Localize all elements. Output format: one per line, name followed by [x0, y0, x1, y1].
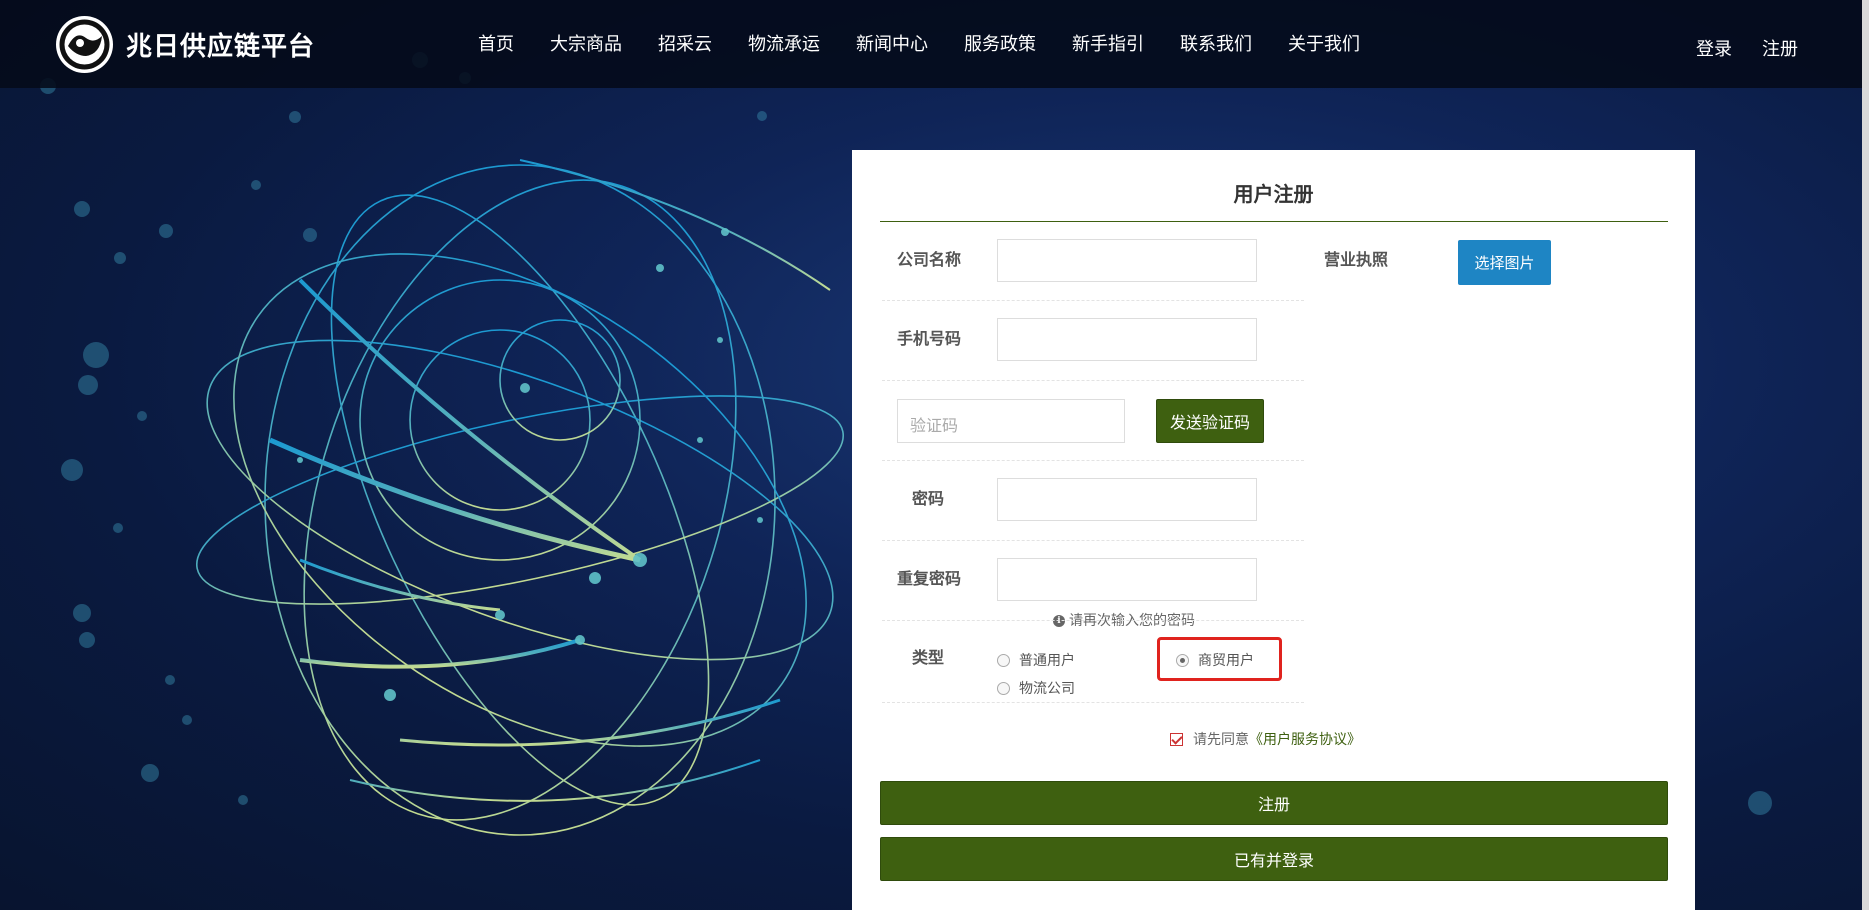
- row-divider: [882, 460, 1304, 461]
- service-agreement-link[interactable]: 《用户服务协议》: [1249, 729, 1361, 749]
- type-option-trade[interactable]: 商贸用户: [1176, 650, 1254, 670]
- row-divider: [882, 380, 1304, 381]
- page-title: 用户注册: [1233, 182, 1314, 206]
- main-nav: 首页 大宗商品 招采云 物流承运 新闻中心 服务政策 新手指引 联系我们 关于我…: [478, 30, 1396, 56]
- type-option-label: 商贸用户: [1198, 653, 1254, 669]
- logo-icon[interactable]: [56, 16, 113, 73]
- row-divider: [882, 702, 1304, 703]
- check-icon[interactable]: [1170, 732, 1183, 746]
- repeat-password-label: 重复密码: [897, 569, 962, 588]
- radio-icon[interactable]: [997, 681, 1010, 695]
- agreement-text: 请先同意: [1193, 732, 1249, 748]
- send-code-button[interactable]: 发送验证码: [1156, 399, 1264, 443]
- nav-item-policy[interactable]: 服务政策: [964, 30, 1036, 56]
- brand-name[interactable]: 兆日供应链平台: [126, 26, 315, 63]
- verification-code-input[interactable]: 验证码: [897, 399, 1125, 443]
- nav-item-procurement[interactable]: 招采云: [658, 30, 712, 56]
- type-option-label: 普通用户: [1019, 653, 1075, 669]
- nav-item-guide[interactable]: 新手指引: [1072, 30, 1144, 56]
- existing-login-button[interactable]: 已有并登录: [880, 837, 1668, 881]
- register-button[interactable]: 注册: [880, 781, 1668, 825]
- nav-item-about[interactable]: 关于我们: [1288, 30, 1360, 56]
- repeat-password-input[interactable]: [997, 558, 1257, 601]
- type-label: 类型: [912, 648, 945, 667]
- type-option-label: 物流公司: [1019, 681, 1075, 697]
- row-divider: [882, 540, 1304, 541]
- hint-text: 请再次输入您的密码: [1069, 613, 1195, 629]
- nav-item-logistics[interactable]: 物流承运: [748, 30, 820, 56]
- nav-item-commodities[interactable]: 大宗商品: [550, 30, 622, 56]
- license-label: 营业执照: [1324, 250, 1389, 269]
- password-input[interactable]: [997, 478, 1257, 521]
- phone-input[interactable]: [997, 318, 1257, 361]
- choose-image-button[interactable]: 选择图片: [1458, 240, 1551, 285]
- company-label: 公司名称: [897, 250, 962, 269]
- info-icon: i: [1053, 615, 1065, 627]
- type-option-normal[interactable]: 普通用户: [997, 650, 1075, 670]
- password-label: 密码: [912, 489, 945, 508]
- nav-item-news[interactable]: 新闻中心: [856, 30, 928, 56]
- register-link[interactable]: 注册: [1762, 35, 1798, 61]
- row-divider: [882, 300, 1304, 301]
- nav-item-home[interactable]: 首页: [478, 30, 514, 56]
- type-option-logistics[interactable]: 物流公司: [997, 678, 1075, 698]
- right-scroll-strip: [1862, 0, 1869, 910]
- row-divider: [882, 620, 1304, 621]
- company-name-input[interactable]: [997, 239, 1257, 282]
- agreement-row: 请先同意 《用户服务协议》: [1170, 729, 1361, 749]
- radio-selected-icon[interactable]: [1176, 653, 1189, 667]
- title-divider: [880, 221, 1668, 222]
- radio-icon[interactable]: [997, 653, 1010, 667]
- register-panel: 用户注册 公司名称 营业执照 选择图片 手机号码 验证码 发送验证码 密码 重复…: [852, 150, 1695, 910]
- login-link[interactable]: 登录: [1696, 35, 1732, 61]
- phone-label: 手机号码: [897, 329, 962, 348]
- top-navigation-bar: 兆日供应链平台 首页 大宗商品 招采云 物流承运 新闻中心 服务政策 新手指引 …: [0, 0, 1862, 88]
- nav-item-contact[interactable]: 联系我们: [1180, 30, 1252, 56]
